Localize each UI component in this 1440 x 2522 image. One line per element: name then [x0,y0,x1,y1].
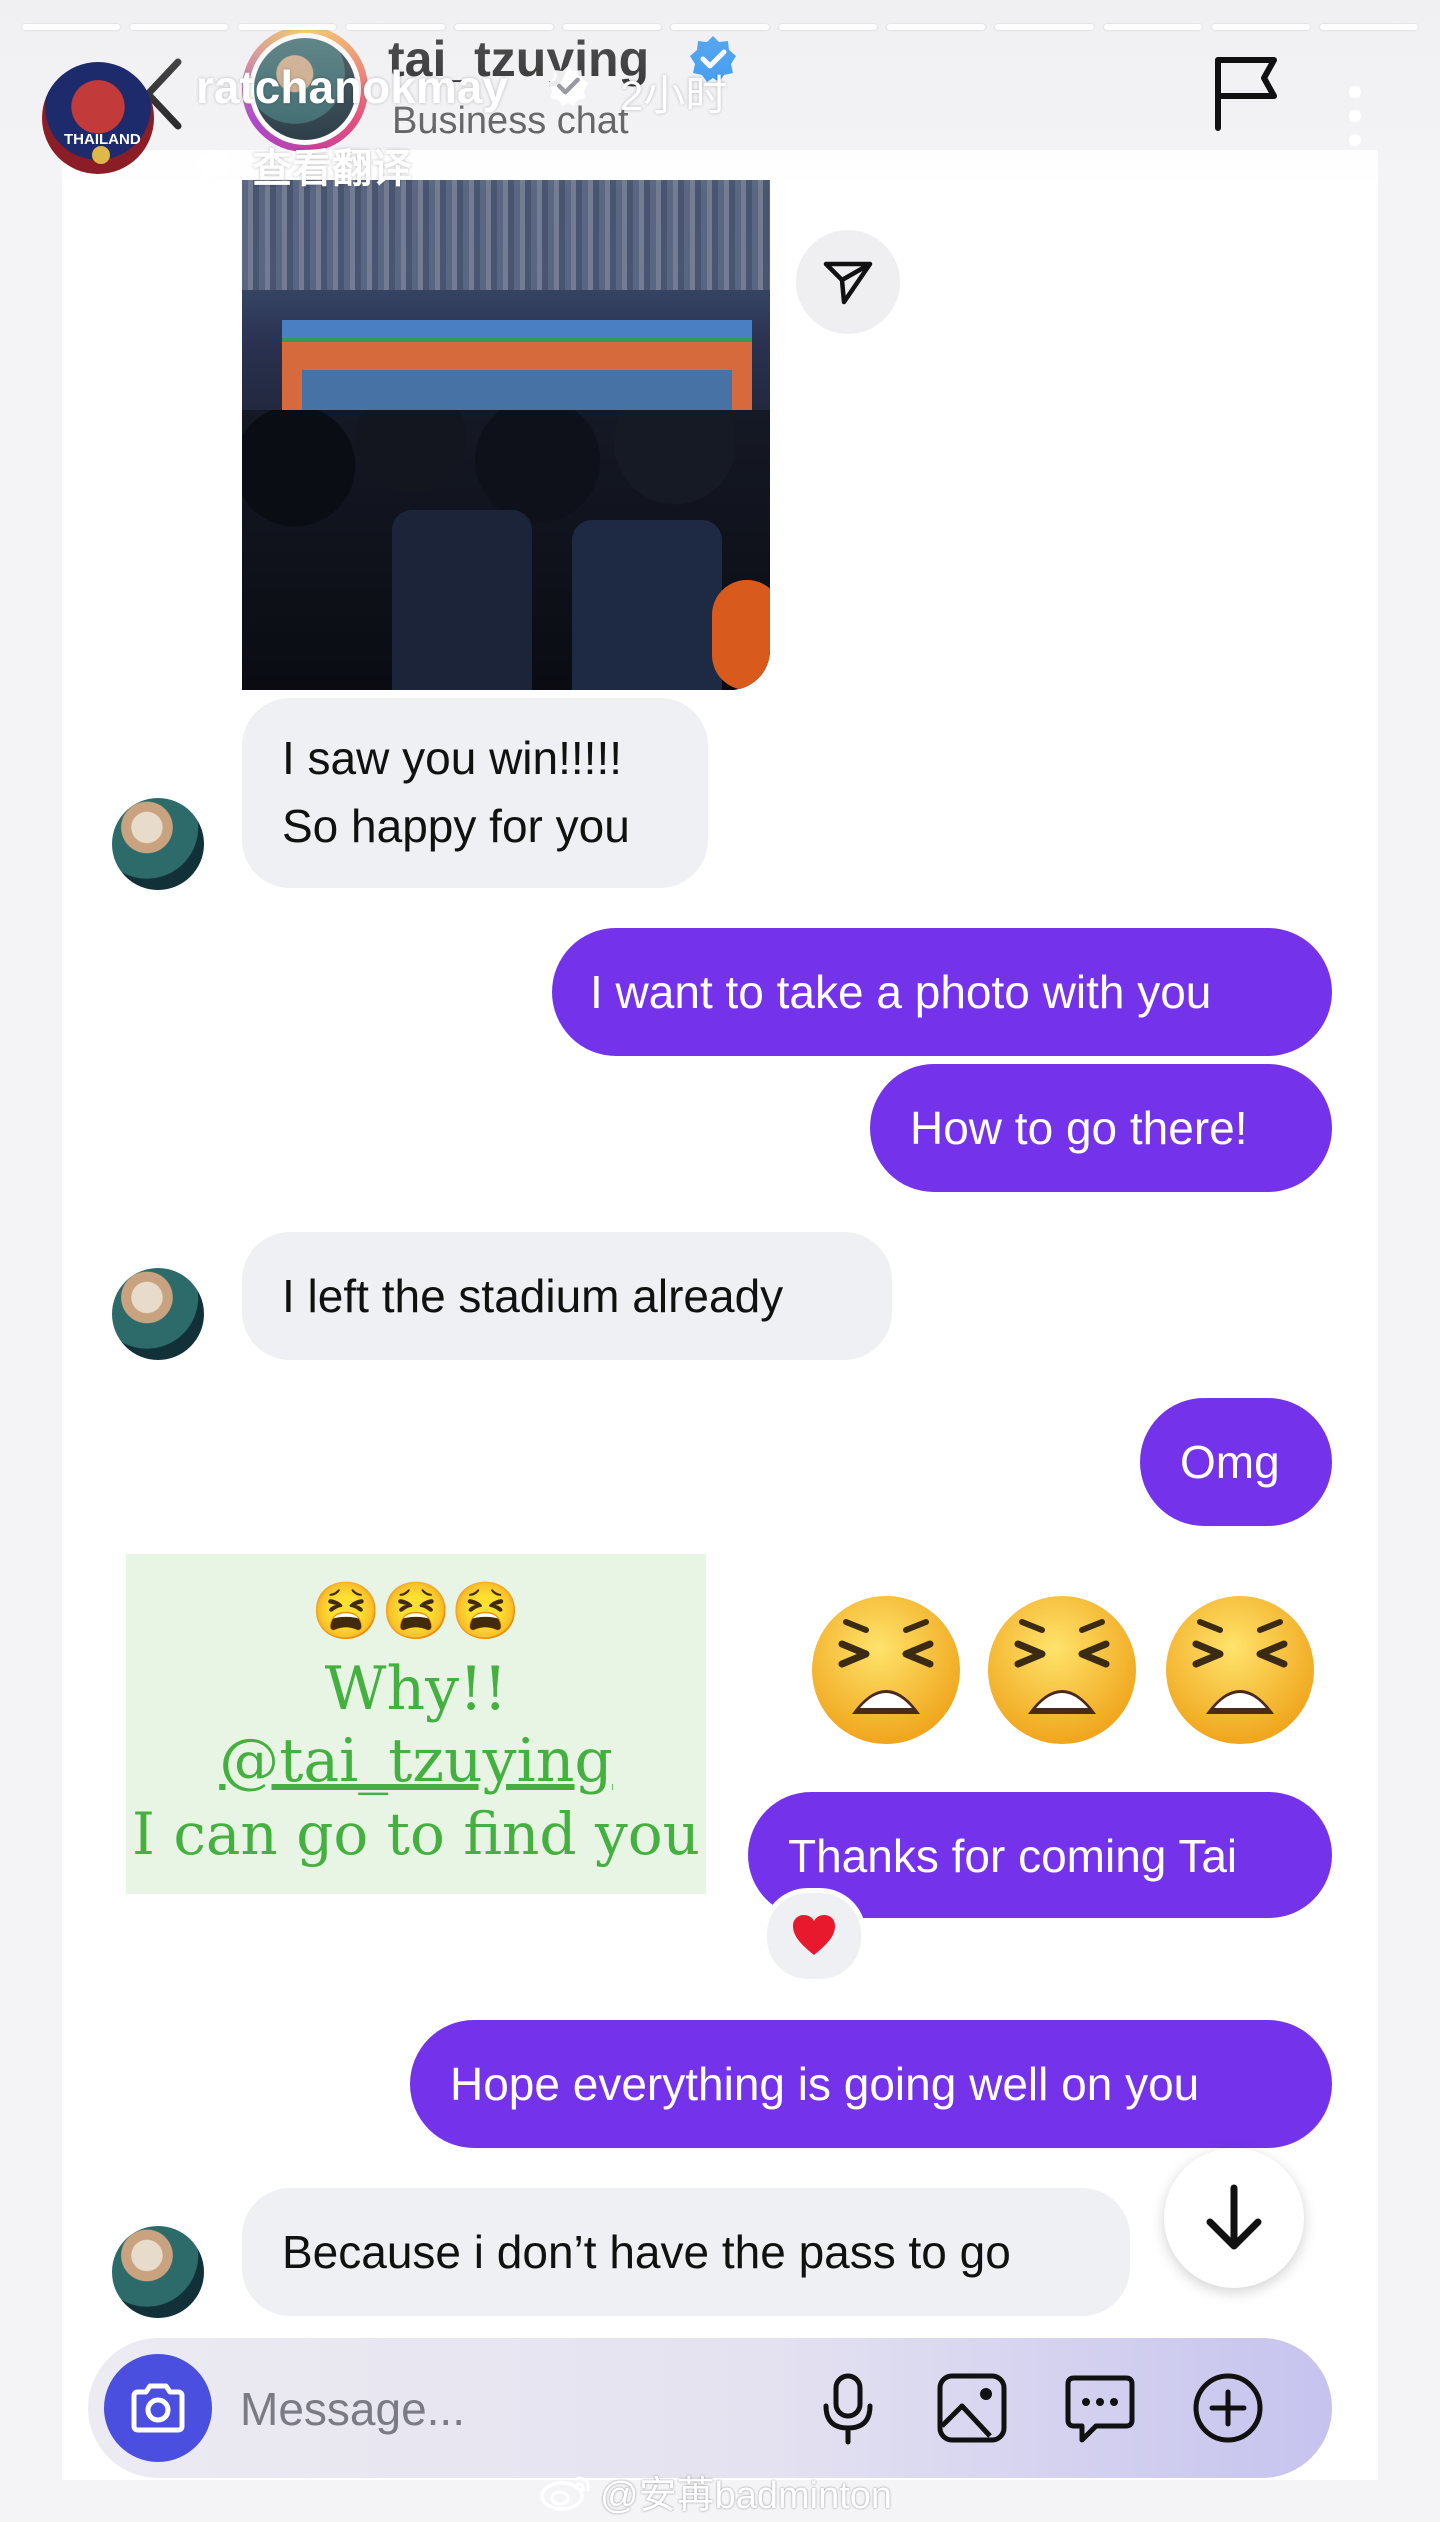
sticker-mention[interactable]: @tai_tzuying [126,1726,706,1796]
story-progress [22,24,1419,30]
verified-icon [546,64,590,108]
message-incoming[interactable]: I left the stadium already [242,1232,892,1360]
microphone-icon[interactable] [808,2368,888,2448]
message-text: I saw you win!!!!! So happy for you [282,732,630,852]
message-text: How to go there! [910,1102,1248,1154]
message-text: I left the stadium already [282,1270,784,1322]
tired-face-icon [1166,1596,1314,1744]
scroll-to-bottom-button[interactable] [1164,2148,1304,2288]
message-reaction[interactable] [762,1888,866,1984]
sticker-icon[interactable] [1060,2368,1140,2448]
translate-button[interactable]: 查看翻译 [196,136,412,194]
message-incoming[interactable]: Because i don’t have the pass to go [242,2188,1130,2316]
story-viewer: tai_tzuying Business chat I saw you win!… [0,0,1440,2522]
sticker-line: I can go to find you [132,1800,700,1868]
message-input[interactable] [238,2372,662,2446]
message-text: Omg [1180,1436,1280,1488]
message-text: Thanks for coming Tai [788,1830,1238,1882]
camera-icon [131,2383,185,2433]
tired-face-icon [812,1596,960,1744]
tired-face-icon [988,1596,1136,1744]
gallery-icon[interactable] [932,2368,1012,2448]
shared-photo[interactable] [242,180,770,690]
camera-button[interactable] [104,2354,212,2462]
story-timestamp: 2小时 [620,72,728,119]
plus-icon[interactable] [1188,2368,1268,2448]
translate-label: 查看翻译 [252,147,412,191]
sticker-line: Why!! [324,1654,508,1724]
message-incoming[interactable]: I saw you win!!!!! So happy for you [242,698,708,888]
flag-icon[interactable] [1208,52,1284,132]
story-text-sticker: 😫😫😫 Why!! @tai_tzuying I can go to find … [126,1554,706,1894]
message-text: I want to take a photo with you [590,966,1212,1018]
sender-avatar[interactable] [112,1268,204,1360]
story-username[interactable]: ratchanokmay [196,60,508,114]
message-composer [88,2338,1332,2478]
story-user-avatar[interactable]: THAILAND [42,62,154,174]
more-icon[interactable] [1342,84,1368,148]
weibo-watermark: @安苒badminton [538,2464,892,2519]
message-outgoing[interactable]: Hope everything is going well on you [410,2020,1332,2148]
send-icon [823,261,873,305]
share-button[interactable] [796,230,900,334]
watermark-text: @安苒badminton [600,2475,893,2517]
message-outgoing[interactable]: Omg [1140,1398,1332,1526]
sticker-emojis: 😫😫😫 [311,1579,521,1644]
speech-bubble-icon [198,151,230,179]
message-text: Because i don’t have the pass to go [282,2226,1011,2278]
message-text: Hope everything is going well on you [450,2058,1200,2110]
sender-avatar[interactable] [112,798,204,890]
arrow-down-icon [1206,2184,1262,2250]
message-outgoing[interactable]: How to go there! [870,1064,1332,1192]
sender-avatar[interactable] [112,2226,204,2318]
heart-icon [793,1915,835,1955]
message-outgoing[interactable]: I want to take a photo with you [552,928,1332,1056]
weibo-icon [540,2476,590,2511]
